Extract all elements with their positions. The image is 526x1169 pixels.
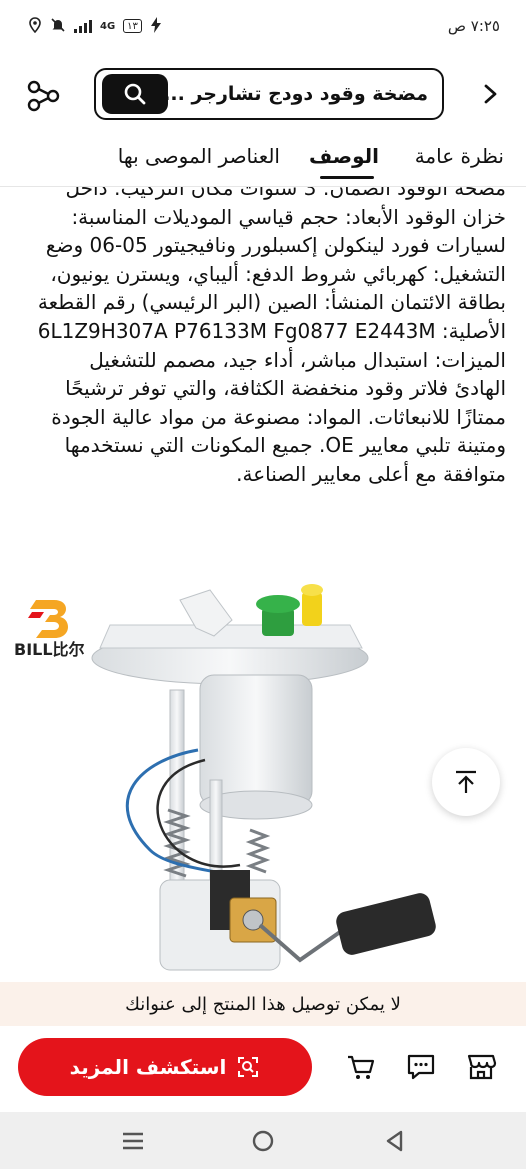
battery-icon: ١٣ <box>123 19 142 33</box>
search-query[interactable]: مضخة وقود دودج تشارجر ...2 <box>168 83 442 105</box>
recent-apps-button[interactable] <box>118 1126 148 1156</box>
arrow-up-icon <box>456 770 476 793</box>
scan-icon <box>238 1057 259 1077</box>
search-button[interactable] <box>102 74 168 114</box>
product-image: BILL比尔 <box>0 580 526 980</box>
store-icon <box>467 1054 497 1080</box>
menu-icon <box>123 1132 143 1150</box>
scroll-to-top-button[interactable] <box>432 748 500 816</box>
explore-more-button[interactable]: استكشف المزيد <box>18 1038 312 1096</box>
tab-overview[interactable]: نظرة عامة <box>415 144 504 168</box>
location-icon <box>28 16 42 36</box>
triangle-back-icon <box>386 1130 403 1152</box>
description-section: مضخة الوقود الضمان: 3 سنوات مكان التركيب… <box>0 187 526 567</box>
charging-icon <box>150 16 162 36</box>
search-box[interactable]: مضخة وقود دودج تشارجر ...2 <box>94 68 444 120</box>
chat-button[interactable] <box>404 1050 438 1084</box>
chevron-right-icon <box>484 84 497 104</box>
delivery-notice: لا يمكن توصيل هذا المنتج إلى عنوانك <box>0 982 526 1026</box>
tab-bar: نظرة عامة الوصف العناصر الموصى بها <box>0 140 526 182</box>
tab-description[interactable]: الوصف <box>309 144 379 168</box>
home-button[interactable] <box>248 1126 278 1156</box>
tab-recommended[interactable]: العناصر الموصى بها <box>118 144 280 168</box>
back-button[interactable] <box>478 78 504 110</box>
network-type: 4G <box>100 20 116 32</box>
share-button[interactable] <box>24 76 64 116</box>
nav-back-button[interactable] <box>380 1126 410 1156</box>
cart-icon <box>348 1055 375 1079</box>
search-icon <box>124 83 146 105</box>
status-time: ٧:٢٥ ص <box>447 17 500 35</box>
explore-more-label: استكشف المزيد <box>69 1055 227 1079</box>
bottom-action-bar: استكشف المزيد <box>0 1030 526 1108</box>
header: مضخة وقود دودج تشارجر ...2 <box>0 62 526 126</box>
system-nav-bar <box>0 1112 526 1169</box>
status-bar: 4G ١٣ ٧:٢٥ ص <box>0 0 526 52</box>
store-button[interactable] <box>464 1050 498 1084</box>
active-tab-indicator <box>320 176 374 179</box>
share-icon <box>27 80 60 112</box>
home-circle-icon <box>252 1130 274 1152</box>
chat-icon <box>407 1054 435 1080</box>
cart-button[interactable] <box>344 1050 378 1084</box>
mute-icon <box>50 17 66 36</box>
status-icons: 4G ١٣ <box>28 16 162 36</box>
battery-level: ١٣ <box>127 20 138 32</box>
product-description: مضخة الوقود الضمان: 3 سنوات مكان التركيب… <box>37 187 506 486</box>
signal-icon <box>74 19 92 33</box>
